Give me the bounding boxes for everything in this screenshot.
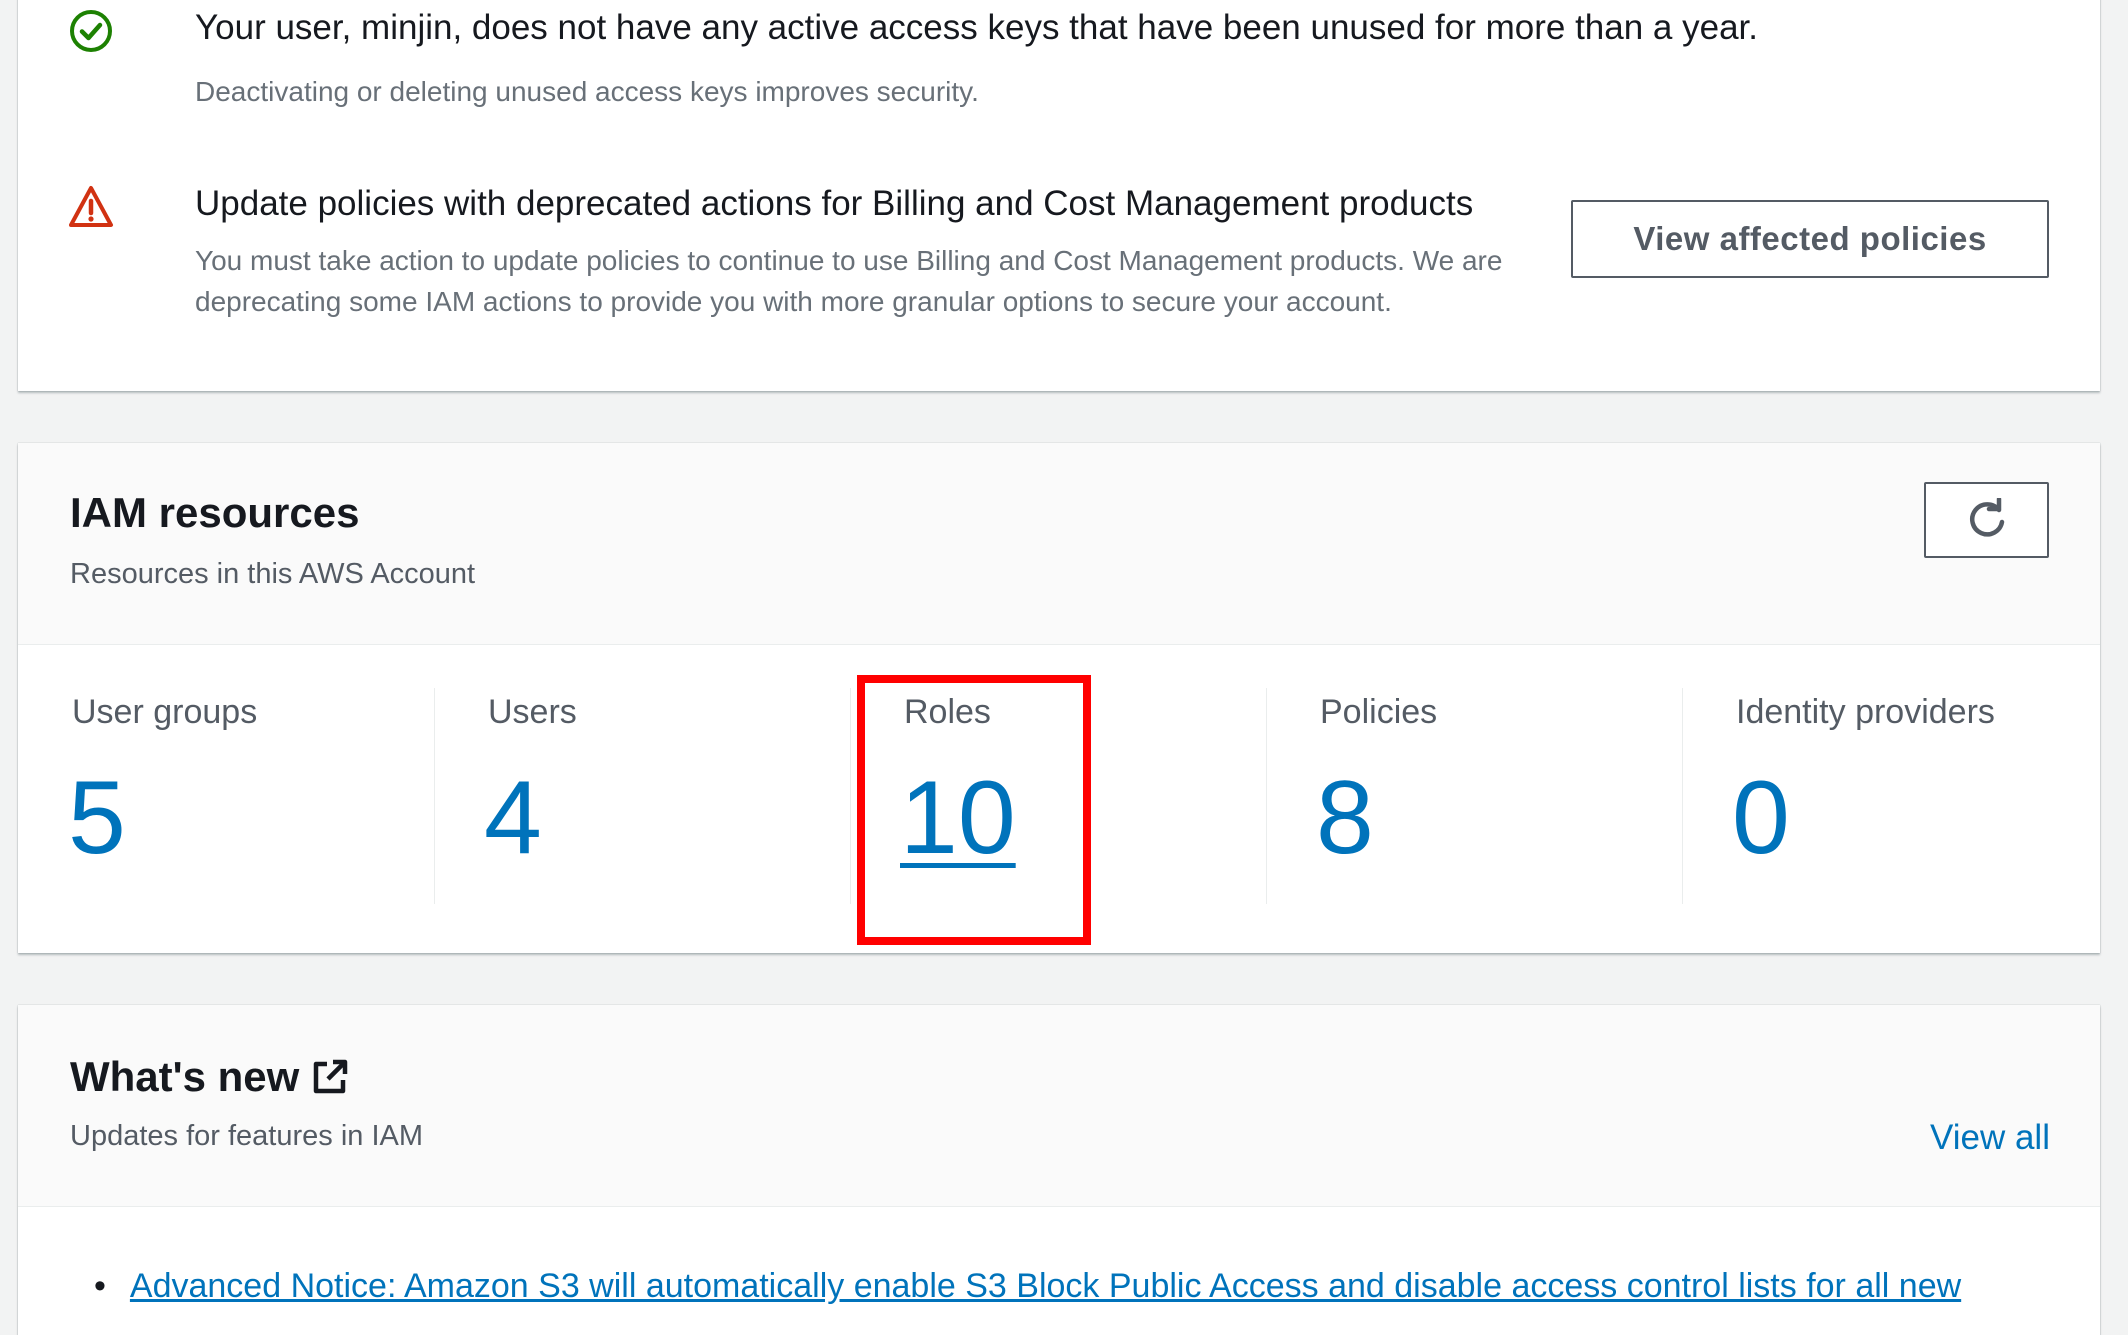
counter-user-groups: User groups 5	[18, 646, 434, 953]
list-item: • Advanced Notice: Amazon S3 will automat…	[94, 1267, 2094, 1306]
counter-policies: Policies 8	[1266, 646, 1682, 953]
view-all-link[interactable]: View all	[1930, 1118, 2050, 1158]
users-count-link[interactable]: 4	[484, 766, 542, 870]
whats-new-panel: What's new Updates for features in IAM V…	[18, 1005, 2100, 1335]
panel-title: IAM resources	[70, 489, 360, 536]
divider	[1682, 688, 1683, 904]
external-link-icon	[314, 1059, 348, 1094]
view-affected-policies-button[interactable]: View affected policies	[1571, 200, 2049, 278]
counter-label: Roles	[904, 693, 991, 731]
alert-description: You must take action to update policies …	[195, 245, 1503, 317]
counter-roles: Roles 10	[850, 646, 1266, 953]
counter-label: Identity providers	[1736, 693, 1995, 731]
roles-count-link[interactable]: 10	[900, 766, 1016, 870]
panel-title-text: What's new	[70, 1053, 300, 1100]
counter-identity-providers: Identity providers 0	[1682, 646, 2098, 953]
policies-count-link[interactable]: 8	[1316, 766, 1374, 870]
counter-users: Users 4	[434, 646, 850, 953]
alert-description: Deactivating or deleting unused access k…	[195, 76, 979, 107]
counter-label: Users	[488, 693, 577, 731]
alert-title: Update policies with deprecated actions …	[195, 184, 1474, 223]
news-list: • Advanced Notice: Amazon S3 will automat…	[94, 1267, 2094, 1306]
divider	[850, 688, 851, 904]
divider	[1266, 688, 1267, 904]
counter-label: User groups	[72, 693, 258, 731]
user-groups-count-link[interactable]: 5	[68, 766, 126, 870]
refresh-button[interactable]	[1924, 482, 2049, 558]
refresh-icon	[1969, 498, 2004, 537]
iam-resources-panel: IAM resources Resources in this AWS Acco…	[18, 443, 2100, 953]
panel-subtitle: Resources in this AWS Account	[70, 558, 476, 590]
panel-header: IAM resources Resources in this AWS Acco…	[18, 443, 2100, 645]
panel-title: What's new	[70, 1053, 349, 1101]
bullet: •	[94, 1267, 106, 1305]
identity-providers-count-link[interactable]: 0	[1732, 766, 1790, 870]
resource-counters: User groups 5 Users 4 Roles 10 Policies …	[18, 646, 2100, 953]
warning-triangle-icon	[69, 186, 113, 227]
check-circle-icon	[70, 10, 112, 52]
security-recommendations-panel: Your user, minjin, does not have any act…	[18, 0, 2100, 391]
alert-title: Your user, minjin, does not have any act…	[195, 8, 1758, 47]
counter-label: Policies	[1320, 693, 1438, 731]
panel-header: What's new Updates for features in IAM V…	[18, 1005, 2100, 1207]
panel-subtitle: Updates for features in IAM	[70, 1120, 423, 1152]
divider	[434, 688, 435, 904]
news-item-link[interactable]: Advanced Notice: Amazon S3 will automati…	[130, 1267, 1961, 1305]
